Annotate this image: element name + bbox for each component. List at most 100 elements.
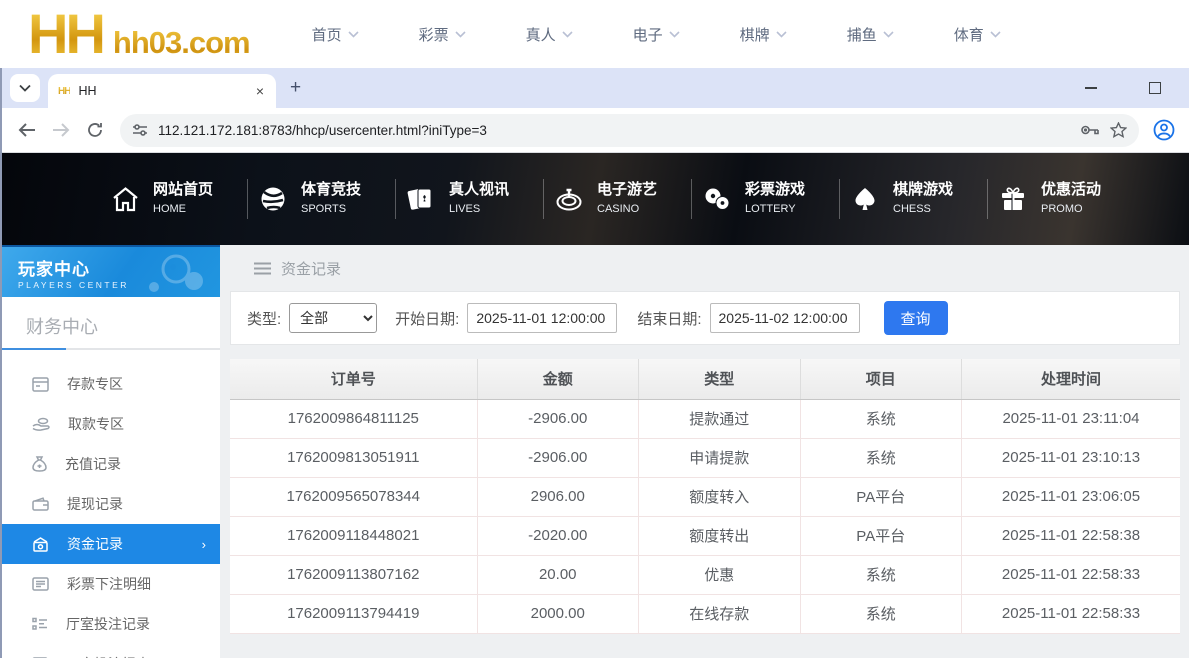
sidebar-item-label: 存款专区 [67, 376, 123, 392]
hero-nav: 网站首页 HOME 体育竞技 SPORTS 真人视讯 LIVES 电子游艺 CA… [2, 153, 1189, 245]
hero-nav-lives[interactable]: 真人视讯 LIVES [406, 181, 543, 218]
funds-stack-icon [33, 536, 48, 552]
hamburger-icon[interactable] [254, 262, 271, 275]
cell-type: 在线存款 [638, 594, 801, 634]
cell-amount: -2020.00 [477, 516, 639, 556]
sidebar-item-label: 取款专区 [68, 416, 124, 432]
top-nav-slots[interactable]: 电子 [633, 24, 680, 45]
cell-order-no: 1762009118448021 [230, 516, 478, 556]
cell-amount: 2906.00 [477, 477, 639, 517]
hero-nav-chess[interactable]: 棋牌游戏 CHESS [850, 181, 987, 218]
tab-search-button[interactable] [10, 74, 40, 102]
hero-nav-label-cn: 优惠活动 [1041, 180, 1102, 198]
sidebar-item-hall-bet-record[interactable]: 厅室投注记录 [2, 604, 220, 644]
playing-cards-icon [406, 184, 436, 214]
site-logo[interactable]: HH hh03.com [28, 6, 251, 62]
sidebar-item-withdraw-zone[interactable]: 取款专区 [2, 404, 220, 444]
sports-ball-icon [258, 184, 288, 214]
hero-nav-separator [691, 179, 692, 219]
sidebar-item-withdrawal-record[interactable]: 提现记录 [2, 484, 220, 524]
column-header-type: 类型 [638, 359, 801, 400]
top-nav-chess[interactable]: 棋牌 [740, 24, 787, 45]
url-bar[interactable]: 112.121.172.181:8783/hhcp/usercenter.htm… [120, 113, 1139, 147]
column-header-order-no: 订单号 [230, 359, 478, 400]
hero-nav-label-en: LOTTERY [745, 203, 796, 216]
hero-nav-separator [839, 179, 840, 219]
cell-amount: -2906.00 [477, 438, 639, 478]
hero-nav-separator [987, 179, 988, 219]
column-header-project: 项目 [800, 359, 962, 400]
tab-close-icon[interactable]: × [254, 83, 266, 99]
sidebar: 玩家中心 PLAYERS CENTER 财务中心 存款专区 取款专区 充值记录 … [2, 245, 220, 658]
cell-amount: 2000.00 [477, 594, 639, 634]
sidebar-item-deposit-zone[interactable]: 存款专区 [2, 364, 220, 404]
profile-avatar[interactable] [1149, 115, 1179, 145]
hero-nav-casino[interactable]: 电子游艺 CASINO [554, 181, 691, 218]
roulette-icon [554, 184, 584, 214]
top-nav-lottery[interactable]: 彩票 [419, 24, 466, 45]
spade-icon [850, 184, 880, 214]
forward-button[interactable] [46, 115, 76, 145]
table-header-row: 订单号 金额 类型 项目 处理时间 [230, 359, 1180, 400]
table-row: 1762009118448021 -2020.00 额度转出 PA平台 2025… [230, 516, 1180, 556]
reload-button[interactable] [80, 115, 110, 145]
window-minimize-button[interactable] [1085, 87, 1097, 89]
url-text[interactable]: 112.121.172.181:8783/hhcp/usercenter.htm… [158, 123, 1070, 138]
browser-tab-strip: HH HH × + [2, 68, 1189, 108]
sidebar-item-player-bet-report[interactable]: 玩家投注报表 [2, 644, 220, 658]
top-nav-label: 真人 [525, 26, 556, 44]
hero-nav-label-cn: 真人视讯 [449, 180, 510, 198]
hero-nav-label-cn: 体育竞技 [301, 180, 362, 198]
cell-time: 2025-11-01 22:58:33 [961, 594, 1180, 634]
top-nav-home[interactable]: 首页 [312, 24, 359, 45]
window-maximize-button[interactable] [1149, 82, 1161, 94]
query-button[interactable]: 查询 [883, 301, 948, 335]
type-select[interactable]: 全部 [289, 303, 378, 333]
wallet-icon [32, 497, 49, 511]
hero-nav-home[interactable]: 网站首页 HOME [110, 181, 247, 218]
hero-nav-sports[interactable]: 体育竞技 SPORTS [258, 181, 395, 218]
top-nav-label: 体育 [953, 26, 984, 44]
sidebar-item-funds-record[interactable]: 资金记录 › [2, 524, 220, 564]
hero-nav-lottery[interactable]: 彩票游戏 LOTTERY [702, 181, 839, 218]
password-key-icon[interactable] [1080, 123, 1100, 137]
browser-tab[interactable]: HH HH × [48, 74, 276, 108]
top-nav-sports[interactable]: 体育 [954, 24, 1001, 45]
sidebar-item-lottery-bet-detail[interactable]: 彩票下注明细 [2, 564, 220, 604]
window-controls [1085, 68, 1161, 108]
hero-nav-label-en: LIVES [449, 203, 481, 216]
sidebar-menu: 存款专区 取款专区 充值记录 提现记录 资金记录 › 彩票下注明细 厅室投注记录 [2, 350, 220, 658]
page-title: 资金记录 [281, 260, 342, 278]
chevron-down-icon [19, 84, 31, 92]
start-date-input[interactable] [467, 303, 618, 333]
new-tab-button[interactable]: + [290, 77, 301, 99]
bookmark-star-icon[interactable] [1110, 122, 1127, 138]
top-nav-label: 电子 [632, 26, 663, 44]
logo-domain-text: hh03.com [112, 24, 251, 60]
top-nav-fishing[interactable]: 捕鱼 [847, 24, 894, 45]
main-content: 资金记录 类型: 全部 开始日期: 结束日期: 查询 订单号 金额 类型 [220, 245, 1189, 658]
hero-nav-label-cn: 电子游艺 [597, 180, 658, 198]
table-row: 1762009113794419 2000.00 在线存款 系统 2025-11… [230, 594, 1180, 634]
hero-nav-label-en: HOME [153, 203, 186, 216]
cell-time: 2025-11-01 22:58:38 [961, 516, 1180, 556]
chevron-right-icon: › [201, 536, 206, 552]
gift-icon [998, 184, 1028, 214]
back-button[interactable] [12, 115, 42, 145]
hero-nav-promo[interactable]: 优惠活动 PROMO [998, 181, 1135, 218]
site-settings-icon[interactable] [132, 123, 148, 137]
hero-nav-label-cn: 网站首页 [153, 180, 214, 198]
type-label: 类型: [247, 310, 282, 328]
hero-nav-label-en: SPORTS [301, 203, 347, 216]
cell-type: 申请提款 [638, 438, 801, 478]
end-date-input[interactable] [709, 303, 860, 333]
top-nav-live[interactable]: 真人 [526, 24, 573, 45]
sidebar-section-title: 财务中心 [26, 317, 98, 337]
cell-order-no: 1762009113794419 [230, 594, 478, 634]
sidebar-item-label: 资金记录 [67, 536, 123, 552]
cell-project: PA平台 [800, 477, 962, 517]
browser-toolbar: 112.121.172.181:8783/hhcp/usercenter.htm… [2, 108, 1189, 152]
table-row: 1762009864811125 -2906.00 提款通过 系统 2025-1… [230, 399, 1180, 439]
sidebar-item-label: 厅室投注记录 [66, 616, 150, 632]
sidebar-item-recharge-record[interactable]: 充值记录 [2, 444, 220, 484]
